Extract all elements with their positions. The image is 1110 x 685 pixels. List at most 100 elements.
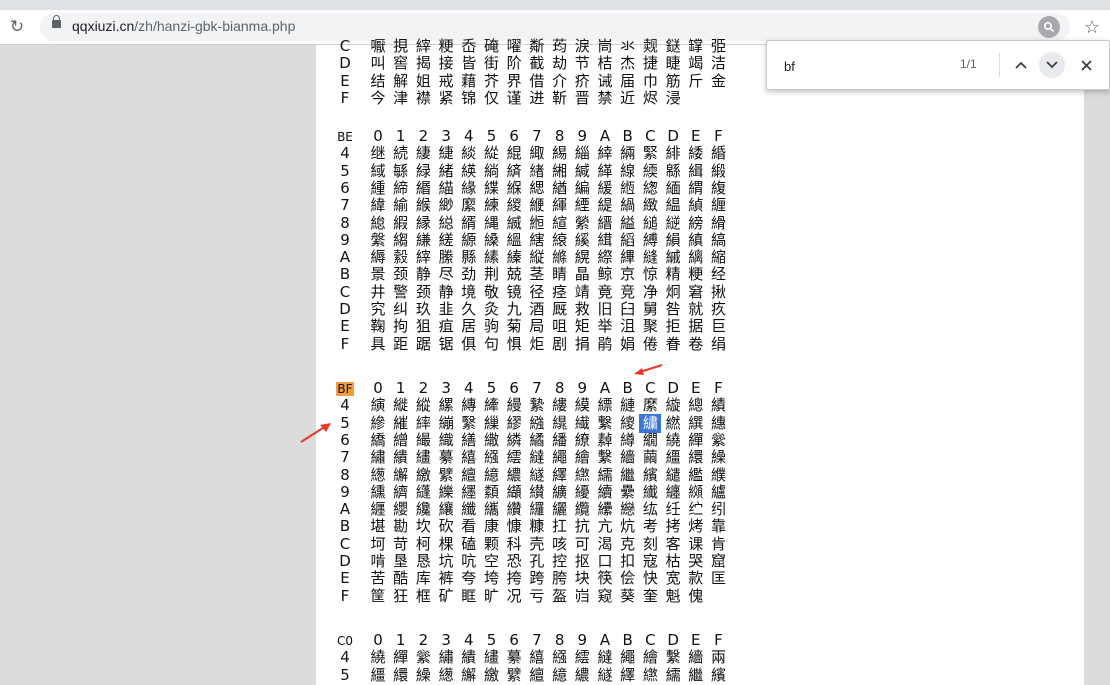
character-cell[interactable]: 库 — [413, 570, 433, 587]
character-cell[interactable]: 寇 — [640, 553, 660, 570]
character-cell[interactable]: 颈 — [413, 283, 433, 301]
character-cell[interactable]: 纕 — [436, 501, 456, 518]
character-cell[interactable]: 緆 — [550, 145, 570, 162]
character-cell[interactable]: 距 — [391, 335, 411, 353]
character-cell[interactable]: 扛 — [550, 518, 570, 535]
character-cell[interactable]: 繬 — [618, 449, 638, 466]
character-cell[interactable]: 繪 — [640, 649, 660, 666]
character-cell[interactable]: 繼 — [686, 666, 706, 684]
character-cell[interactable]: 縌 — [663, 214, 683, 232]
character-cell[interactable]: 倦 — [640, 335, 660, 353]
character-cell[interactable]: 砍 — [436, 518, 456, 535]
character-cell[interactable]: 繥 — [459, 449, 479, 466]
character-cell[interactable]: 績 — [709, 397, 729, 414]
character-cell[interactable]: 縸 — [572, 397, 592, 414]
character-cell[interactable]: 玖 — [413, 301, 433, 318]
character-cell[interactable]: 匡 — [709, 570, 729, 587]
character-cell[interactable]: 烤 — [686, 518, 706, 535]
character-cell[interactable]: 繷 — [504, 466, 524, 484]
character-cell[interactable]: 緺 — [618, 197, 638, 214]
character-cell[interactable]: 驹 — [482, 318, 502, 335]
character-cell[interactable]: 筋 — [663, 72, 683, 90]
character-cell[interactable]: 嚈 — [368, 38, 388, 55]
character-cell[interactable]: 縩 — [595, 249, 615, 266]
character-cell[interactable]: 繶 — [482, 466, 502, 484]
character-cell[interactable]: 纅 — [436, 483, 456, 501]
character-cell[interactable]: 盔 — [550, 587, 570, 605]
character-cell[interactable]: 縤 — [482, 249, 502, 266]
character-cell[interactable]: 亢 — [595, 518, 615, 535]
character-cell[interactable]: 緌 — [686, 145, 706, 162]
character-cell[interactable]: 净 — [640, 283, 660, 301]
character-cell[interactable]: 劫 — [550, 55, 570, 72]
character-cell[interactable]: 繧 — [504, 449, 524, 466]
character-cell[interactable]: 緑 — [413, 162, 433, 180]
character-cell[interactable]: 戒 — [436, 72, 456, 90]
character-cell[interactable]: 繐 — [709, 414, 729, 432]
character-cell[interactable]: 緸 — [572, 197, 592, 214]
character-cell[interactable]: 垮 — [482, 570, 502, 587]
character-cell[interactable]: 縇 — [550, 214, 570, 232]
character-cell[interactable]: 纙 — [527, 501, 547, 518]
character-cell[interactable]: 繹 — [550, 466, 570, 484]
character-cell[interactable]: 縃 — [459, 214, 479, 232]
character-cell[interactable]: 繚 — [572, 431, 592, 449]
character-cell[interactable]: 繲 — [391, 466, 411, 484]
character-cell[interactable]: 亏 — [527, 587, 547, 605]
character-cell[interactable]: 居 — [459, 318, 479, 335]
character-cell[interactable]: 坷 — [368, 535, 388, 553]
character-cell[interactable]: 緤 — [482, 179, 502, 197]
character-cell[interactable]: 繰 — [709, 449, 729, 466]
character-cell[interactable]: 纐 — [686, 483, 706, 501]
character-cell[interactable]: 劲 — [459, 266, 479, 283]
character-cell[interactable]: 堪 — [368, 518, 388, 535]
character-cell[interactable]: 框 — [413, 587, 433, 605]
character-cell[interactable]: 纠 — [391, 301, 411, 318]
character-cell[interactable]: 硽 — [482, 38, 502, 55]
character-cell[interactable]: 緡 — [413, 179, 433, 197]
character-cell[interactable]: 踞 — [413, 335, 433, 353]
character-cell[interactable]: 縱 — [413, 397, 433, 414]
character-cell[interactable]: 考 — [640, 518, 660, 535]
character-cell[interactable]: 坎 — [413, 518, 433, 535]
character-cell[interactable]: 繷 — [572, 666, 592, 684]
character-cell[interactable]: 径 — [527, 283, 547, 301]
character-cell[interactable]: 縊 — [618, 214, 638, 232]
character-cell[interactable]: 旧 — [595, 301, 615, 318]
character-cell[interactable]: 舅 — [640, 301, 660, 318]
character-cell[interactable]: 靠 — [709, 518, 729, 535]
character-cell[interactable]: 緎 — [368, 162, 388, 180]
character-cell[interactable]: 九 — [504, 301, 524, 318]
character-cell[interactable]: 繮 — [663, 449, 683, 466]
character-cell[interactable]: 縫 — [640, 249, 660, 266]
character-cell[interactable]: 繃 — [436, 414, 456, 432]
character-cell[interactable]: 纃 — [391, 483, 411, 501]
character-cell[interactable]: 纮 — [640, 501, 660, 518]
character-cell[interactable]: 緙 — [595, 162, 615, 180]
character-cell[interactable]: 津 — [391, 89, 411, 107]
character-cell[interactable]: 縔 — [482, 231, 502, 249]
character-cell[interactable]: 緵 — [504, 197, 524, 214]
character-cell[interactable]: 繺 — [640, 666, 660, 684]
character-cell[interactable]: 刻 — [640, 535, 660, 553]
character-cell[interactable]: 縀 — [391, 214, 411, 232]
character-cell[interactable]: 繄 — [459, 414, 479, 432]
character-cell[interactable]: 繯 — [391, 666, 411, 684]
character-cell[interactable]: 緼 — [663, 197, 683, 214]
character-cell[interactable]: 靳 — [550, 89, 570, 107]
character-cell[interactable]: 緖 — [527, 162, 547, 180]
character-cell[interactable]: 纎 — [640, 483, 660, 501]
character-cell[interactable]: 緦 — [527, 179, 547, 197]
character-cell[interactable]: 緇 — [572, 145, 592, 162]
character-cell[interactable]: 縵 — [504, 397, 524, 414]
character-cell[interactable]: 纔 — [413, 501, 433, 518]
character-cell[interactable]: 縄 — [482, 214, 502, 232]
character-cell[interactable]: 繟 — [391, 649, 411, 666]
character-cell[interactable]: 啃 — [368, 553, 388, 570]
character-cell[interactable]: 沮 — [618, 318, 638, 335]
character-cell[interactable]: 繢 — [391, 449, 411, 466]
character-cell[interactable]: 繵 — [459, 466, 479, 484]
character-cell[interactable]: 縅 — [504, 214, 524, 232]
character-cell[interactable]: 繫 — [595, 449, 615, 466]
character-cell[interactable]: 氺 — [618, 38, 638, 55]
